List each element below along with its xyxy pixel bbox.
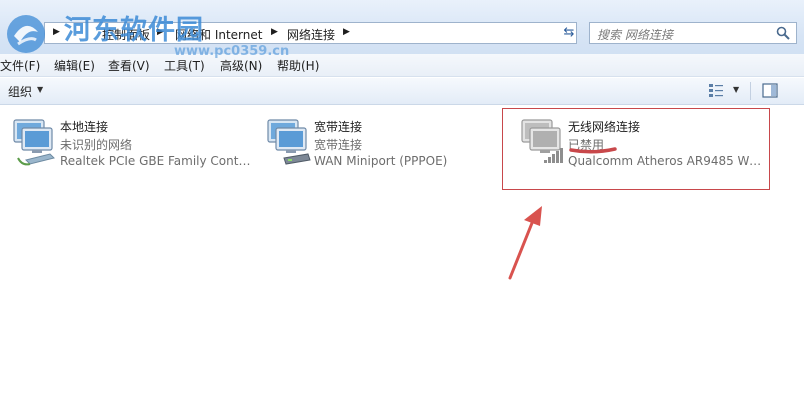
watermark-logo-icon [7, 15, 45, 53]
command-bar: 组织 ▼ ▼ [0, 78, 804, 105]
menu-edit[interactable]: 编辑(E) [54, 57, 95, 74]
menu-bar: 文件(F) 编辑(E) 查看(V) 工具(T) 高级(N) 帮助(H) [0, 54, 804, 77]
menu-tools[interactable]: 工具(T) [164, 57, 205, 74]
watermark-url: www.pc0359.cn [174, 44, 290, 59]
annotation-highlight-box [502, 108, 770, 190]
toolbar-divider [750, 82, 751, 100]
view-dropdown-icon[interactable]: ▼ [733, 85, 739, 94]
search-icon[interactable] [776, 26, 790, 40]
breadcrumb-root-arrow-icon[interactable]: ▶ [53, 27, 60, 37]
breadcrumb-separator-icon[interactable]: ▶ [271, 27, 278, 37]
menu-view[interactable]: 查看(V) [108, 57, 150, 74]
search-placeholder: 搜索 网络连接 [597, 28, 673, 42]
breadcrumb-separator-icon[interactable]: ▶ [343, 27, 350, 37]
connection-status: 未识别的网络 [60, 138, 133, 152]
change-view-icon[interactable] [708, 83, 724, 98]
menu-advanced[interactable]: 高级(N) [220, 57, 262, 74]
connection-device: Realtek PCIe GBE Family Controller [60, 154, 254, 168]
connection-device: WAN Miniport (PPPOE) [314, 154, 448, 168]
menu-file[interactable]: 文件(F) [0, 57, 40, 74]
ethernet-adapter-icon [13, 119, 55, 166]
watermark-logo-text: 河东软件园 [64, 15, 204, 46]
address-bar: ▶ 控制面板 ▶ 网络和 Internet ▶ 网络连接 ▶ ⇆ 搜索 网络连接… [0, 0, 804, 62]
organize-button[interactable]: 组织 [8, 83, 32, 100]
organize-dropdown-icon[interactable]: ▼ [37, 85, 43, 94]
connection-item-local[interactable]: 本地连接 未识别的网络 Realtek PCIe GBE Family Cont… [8, 116, 258, 176]
preview-pane-icon[interactable] [762, 83, 778, 98]
connection-item-broadband[interactable]: 宽带连接 宽带连接 WAN Miniport (PPPOE) [262, 116, 512, 176]
refresh-icon[interactable]: ⇆ [558, 22, 580, 44]
annotation-arrow-icon [508, 206, 542, 280]
connection-name: 本地连接 [60, 120, 109, 134]
menu-help[interactable]: 帮助(H) [277, 57, 319, 74]
connection-name: 宽带连接 [314, 120, 363, 134]
connection-status: 宽带连接 [314, 138, 363, 152]
breadcrumb-network-connections[interactable]: 网络连接 [287, 26, 335, 43]
annotation-underline [569, 147, 617, 154]
broadband-modem-icon [267, 119, 311, 165]
search-input[interactable]: 搜索 网络连接 [589, 22, 797, 44]
